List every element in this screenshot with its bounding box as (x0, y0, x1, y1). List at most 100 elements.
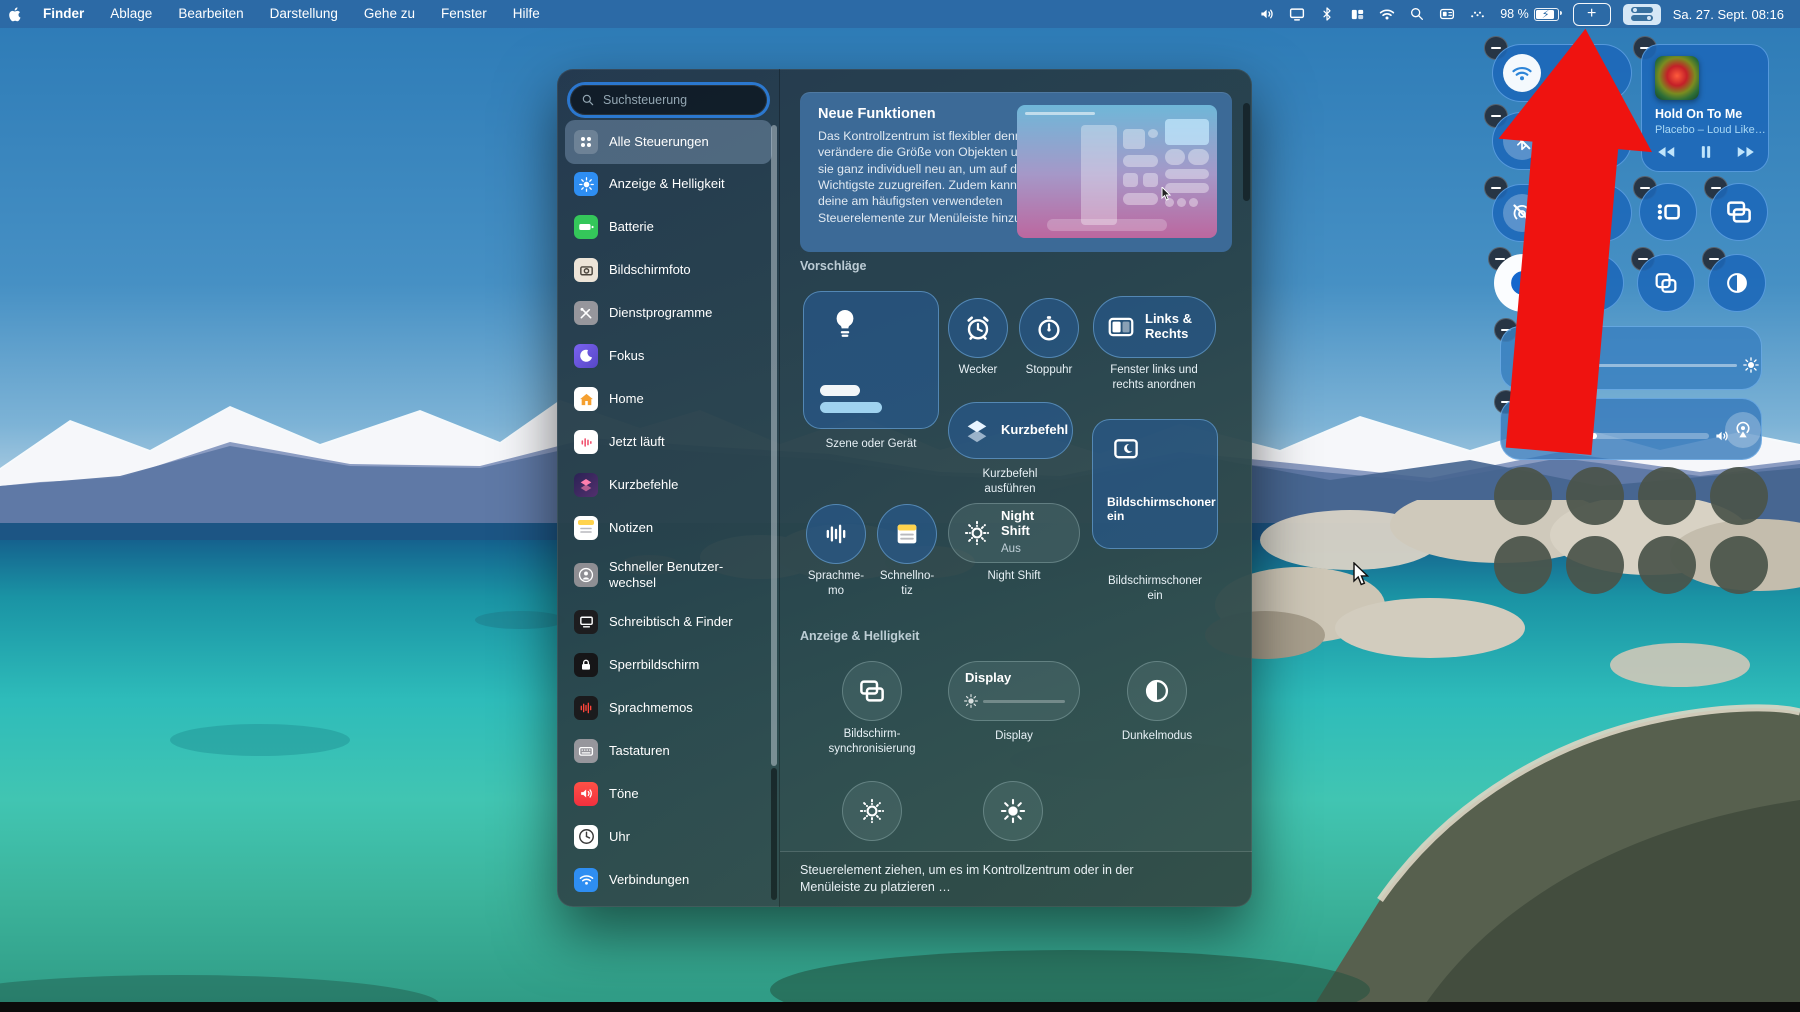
menu-item-fenster[interactable]: Fenster (428, 0, 500, 28)
panel-divider (779, 69, 780, 907)
sidebar-item-home[interactable]: Home (565, 387, 772, 411)
tile-title: Night Shift (1001, 509, 1065, 539)
sidebar-item-tastaturen[interactable]: Tastaturen (565, 739, 772, 763)
sidebar-item-toene[interactable]: Töne (565, 782, 772, 806)
stage-manager-tile[interactable] (1639, 183, 1697, 241)
sidebar-item-fokus[interactable]: Fokus (565, 344, 772, 368)
wlan-icon (1503, 54, 1541, 92)
contrast-tile[interactable] (1708, 254, 1766, 312)
sidebar-item-alle-steuerungen[interactable]: Alle Steuerungen (565, 120, 772, 164)
tile-screensaver[interactable]: Bildschirmschoner ein (1092, 419, 1218, 549)
tile-title: Kurzbefehl (1001, 423, 1068, 438)
volume-icon[interactable] (1252, 0, 1282, 28)
menu-item-bearbeiten[interactable]: Bearbeiten (165, 0, 256, 28)
display-section-heading: Anzeige & Helligkeit (800, 629, 919, 643)
tile-links-rechts[interactable]: Links & Rechts (1093, 296, 1216, 358)
stopwatch-caption: Stoppuhr (1009, 363, 1089, 378)
sidebar-item-label: Sperrbildschirm (609, 657, 699, 673)
search-icon[interactable] (1402, 0, 1432, 28)
airplay-icon[interactable] (1725, 412, 1761, 448)
sidebar-item-uhr[interactable]: Uhr (565, 825, 772, 849)
rewind-button[interactable] (1655, 141, 1677, 163)
dark-mode-tile[interactable] (1127, 661, 1187, 721)
alarm-caption: Wecker (938, 363, 1018, 378)
airdrop-tile[interactable]: AirDrop Aus (1492, 184, 1632, 242)
input-source-icon[interactable] (1432, 0, 1462, 28)
quick-note-caption: Schnellno- tiz (867, 569, 947, 598)
sidebar-item-kurzbefehle[interactable]: Kurzbefehle (565, 473, 772, 497)
sidebar-item-bildschirmfoto[interactable]: Bildschirmfoto (565, 258, 772, 282)
bluetooth-tile[interactable]: Bluetooth (1492, 112, 1632, 170)
sidebar-item-label: Jetzt läuft (609, 434, 665, 450)
brightness-icon (963, 693, 979, 709)
apple-logo-icon[interactable] (0, 0, 30, 28)
true-tone-tile[interactable] (842, 781, 902, 841)
search-field[interactable] (570, 85, 767, 115)
sidebar-item-verbindungen[interactable]: Verbindungen (565, 868, 772, 892)
sidebar-item-notizen[interactable]: Notizen (565, 516, 772, 540)
sidebar-item-jetzt-laeuft[interactable]: Jetzt läuft (565, 430, 772, 454)
sidebar-scrollbar[interactable] (771, 125, 777, 766)
sidebar-item-sprachmemos[interactable]: Sprachmemos (565, 696, 772, 720)
night-shift-icon (963, 519, 991, 547)
home-icon (574, 387, 598, 411)
scene-bar (820, 402, 882, 413)
tile-night-shift[interactable]: Night Shift Aus (948, 503, 1080, 563)
voice-memo-tile[interactable] (806, 504, 866, 564)
tools-icon (574, 301, 598, 325)
menu-item-finder[interactable]: Finder (30, 0, 97, 28)
window-tiling-icon[interactable] (1342, 0, 1372, 28)
sidebar-item-label: Dienstprogramme (609, 305, 712, 321)
fast-forward-button[interactable] (1735, 141, 1757, 163)
now-playing-tile[interactable]: Hold On To Me Placebo – Loud Like… (1641, 44, 1769, 172)
screen-mirroring-tile[interactable] (1710, 183, 1768, 241)
tile-title: Display (1519, 335, 1567, 350)
sound-slider-tile[interactable]: Ton (1500, 398, 1762, 460)
menu-item-ablage[interactable]: Ablage (97, 0, 165, 28)
brightness-track[interactable] (1535, 364, 1737, 367)
user-icon (574, 563, 598, 587)
dots-icon[interactable] (1462, 0, 1492, 28)
menu-item-hilfe[interactable]: Hilfe (500, 0, 553, 28)
sidebar-item-dienstprogramme[interactable]: Dienstprogramme (565, 301, 772, 325)
bluetooth-icon[interactable] (1312, 0, 1342, 28)
sidebar-item-benutzerwechsel[interactable]: Schneller Benutzer- wechsel (565, 559, 772, 591)
brightness-track[interactable] (983, 700, 1065, 703)
add-control-button[interactable]: + (1573, 3, 1611, 26)
screenshot-tile[interactable] (1566, 254, 1624, 312)
pause-button[interactable] (1696, 142, 1716, 162)
menu-item-gehe-zu[interactable]: Gehe zu (351, 0, 428, 28)
keyboard-brightness-tile[interactable] (983, 781, 1043, 841)
footer-hint: Steuerelement ziehen, um es im Kontrollz… (800, 862, 1140, 896)
quick-note-tile[interactable] (877, 504, 937, 564)
menu-bar-clock[interactable]: Sa. 27. Sept. 08:16 (1667, 7, 1790, 22)
sidebar-item-batterie[interactable]: Batterie (565, 215, 772, 239)
battery-icon: ⚡ (1534, 8, 1559, 21)
battery-status[interactable]: 98 % ⚡ (1492, 7, 1567, 21)
sidebar-item-sperrbildschirm[interactable]: Sperrbildschirm (565, 653, 772, 677)
empty-slot (1566, 536, 1624, 594)
links-rechts-caption: Fenster links und rechts anordnen (1084, 363, 1224, 392)
wifi-icon[interactable] (1372, 0, 1402, 28)
screen-sync-tile[interactable] (842, 661, 902, 721)
camera-icon (574, 258, 598, 282)
content-scrollbar[interactable] (1243, 103, 1250, 201)
screen-sync-tile[interactable] (1637, 254, 1695, 312)
sidebar-item-schreibtisch-finder[interactable]: Schreibtisch & Finder (565, 610, 772, 634)
scene-device-tile[interactable] (803, 291, 939, 429)
display-slider-tile[interactable]: Display (948, 661, 1080, 721)
alarm-tile[interactable] (948, 298, 1008, 358)
search-input[interactable] (601, 92, 745, 108)
stopwatch-tile[interactable] (1019, 298, 1079, 358)
control-center-icon[interactable] (1623, 4, 1661, 25)
volume-track[interactable] (1533, 433, 1709, 439)
screen-bottom-strip (0, 1002, 1800, 1012)
wlan-tile[interactable] (1492, 44, 1632, 102)
dark-mode-toggle-tile[interactable] (1494, 254, 1552, 312)
sidebar-item-anzeige-helligkeit[interactable]: Anzeige & Helligkeit (565, 172, 772, 196)
track-artist: Placebo – Loud Like… (1655, 124, 1766, 136)
menu-item-darstellung[interactable]: Darstellung (257, 0, 351, 28)
display-slider-tile[interactable]: Display (1500, 326, 1762, 390)
tile-kurzbefehl[interactable]: Kurzbefehl (948, 402, 1073, 459)
display-icon[interactable] (1282, 0, 1312, 28)
